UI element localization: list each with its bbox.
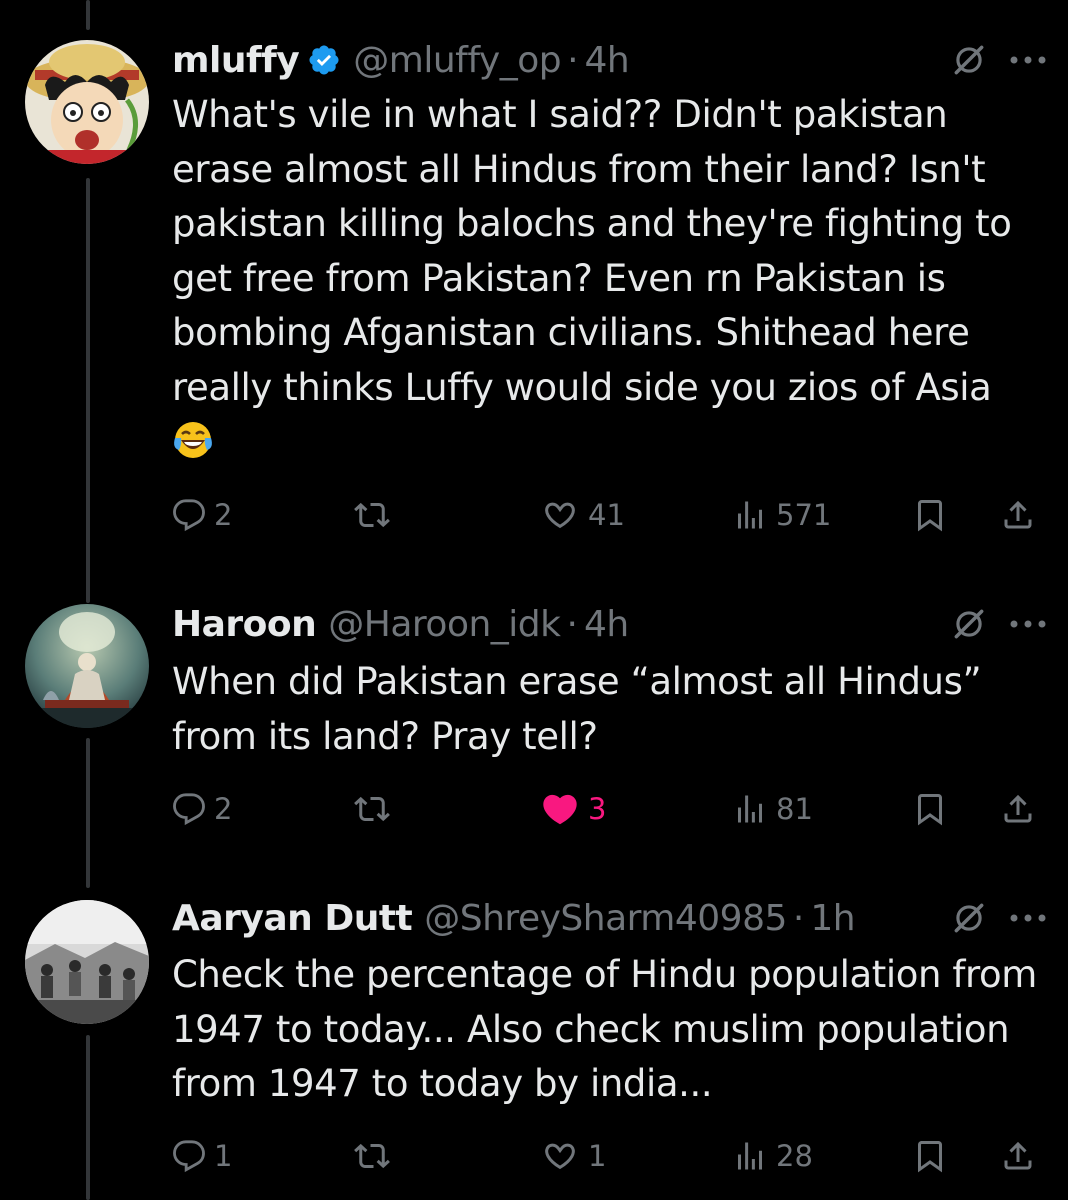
more-options-icon[interactable] <box>1008 54 1048 66</box>
bookmark-icon <box>918 794 942 826</box>
handle[interactable]: @ShreySharm40985 <box>424 898 787 939</box>
reply-icon <box>173 793 205 826</box>
tweet-text: What's vile in what I said?? Didn't paki… <box>172 88 1042 476</box>
tweet-1[interactable]: mluffy @mluffy_op · 4h What's vile in wh… <box>0 0 1068 560</box>
separator-dot: · <box>566 603 578 645</box>
avatar-image <box>25 40 149 164</box>
like-count: 1 <box>588 1139 607 1173</box>
views-icon <box>738 501 762 529</box>
views-button[interactable]: 81 <box>732 786 813 832</box>
bookmark-icon <box>918 500 942 532</box>
like-icon <box>545 1143 575 1170</box>
display-name[interactable]: Aaryan Dutt <box>172 898 413 939</box>
timestamp[interactable]: 1h <box>810 898 855 939</box>
views-count: 28 <box>776 1139 813 1173</box>
avatar-haroon[interactable] <box>25 604 149 728</box>
tweet-text-content: What's vile in what I said?? Didn't paki… <box>172 93 1012 409</box>
views-count: 81 <box>776 792 813 826</box>
share-button[interactable] <box>1000 1133 1036 1179</box>
share-button[interactable] <box>1000 492 1036 538</box>
share-icon <box>1004 500 1032 529</box>
avatar-mluffy[interactable] <box>25 40 149 164</box>
like-button[interactable]: 41 <box>540 492 625 538</box>
separator-dot: · <box>792 897 805 939</box>
tweet-header: Haroon @Haroon_idk · 4h <box>172 598 1048 650</box>
like-button[interactable]: 1 <box>540 1133 606 1179</box>
like-icon <box>545 502 575 529</box>
timestamp[interactable]: 4h <box>585 40 630 81</box>
retweet-icon <box>354 796 390 822</box>
tweet-text: Check the percentage of Hindu population… <box>172 953 1037 1105</box>
bookmark-button[interactable] <box>912 1133 948 1179</box>
like-button[interactable]: 3 <box>540 786 606 832</box>
more-options-icon[interactable] <box>1008 618 1048 630</box>
tweet-text: When did Pakistan erase “almost all Hind… <box>172 660 982 758</box>
tweet-header: mluffy @mluffy_op · 4h <box>172 34 1048 86</box>
reply-icon <box>173 1140 205 1173</box>
like-count: 41 <box>588 498 625 532</box>
display-name[interactable]: mluffy <box>172 40 300 81</box>
reply-icon <box>173 499 205 532</box>
timestamp[interactable]: 4h <box>584 604 629 645</box>
retweet-button[interactable] <box>354 786 398 832</box>
display-name[interactable]: Haroon <box>172 604 317 645</box>
handle[interactable]: @mluffy_op <box>353 40 561 81</box>
bookmark-button[interactable] <box>912 786 948 832</box>
views-count: 571 <box>776 498 832 532</box>
separator-dot: · <box>567 39 579 81</box>
avatar-image <box>25 604 149 728</box>
action-bar: 1 1 28 <box>172 1133 1042 1179</box>
retweet-icon <box>354 1143 390 1169</box>
grok-icon[interactable] <box>950 41 988 79</box>
retweet-button[interactable] <box>354 492 398 538</box>
reply-button[interactable]: 2 <box>172 492 232 538</box>
like-count: 3 <box>588 792 607 826</box>
share-icon <box>1004 1141 1032 1170</box>
bookmark-icon <box>918 1141 942 1173</box>
like-filled-icon <box>543 794 577 825</box>
views-button[interactable]: 28 <box>732 1133 813 1179</box>
share-button[interactable] <box>1000 786 1036 832</box>
grok-icon[interactable] <box>950 605 988 643</box>
reply-count: 2 <box>214 792 233 826</box>
tweet-2[interactable]: Haroon @Haroon_idk · 4h When did Pakista… <box>0 560 1068 860</box>
bookmark-button[interactable] <box>912 492 948 538</box>
face-with-tears-of-joy-icon <box>172 418 214 476</box>
more-options-icon[interactable] <box>1008 912 1048 924</box>
views-icon <box>738 795 762 823</box>
reply-button[interactable]: 1 <box>172 1133 232 1179</box>
action-bar: 2 41 571 <box>172 492 1042 538</box>
tweet-header: Aaryan Dutt @ShreySharm40985 · 1h <box>172 892 1048 944</box>
avatar-image <box>25 900 149 1024</box>
views-button[interactable]: 571 <box>732 492 831 538</box>
retweet-button[interactable] <box>354 1133 398 1179</box>
share-icon <box>1004 794 1032 823</box>
reply-count: 1 <box>214 1139 233 1173</box>
handle[interactable]: @Haroon_idk <box>328 604 561 645</box>
avatar-aaryan[interactable] <box>25 900 149 1024</box>
action-bar: 2 3 81 <box>172 786 1042 832</box>
views-icon <box>738 1142 762 1170</box>
tweet-3[interactable]: Aaryan Dutt @ShreySharm40985 · 1h Check … <box>0 860 1068 1200</box>
reply-button[interactable]: 2 <box>172 786 232 832</box>
verified-badge-icon <box>307 43 341 77</box>
reply-count: 2 <box>214 498 233 532</box>
grok-icon[interactable] <box>950 899 988 937</box>
retweet-icon <box>354 502 390 528</box>
